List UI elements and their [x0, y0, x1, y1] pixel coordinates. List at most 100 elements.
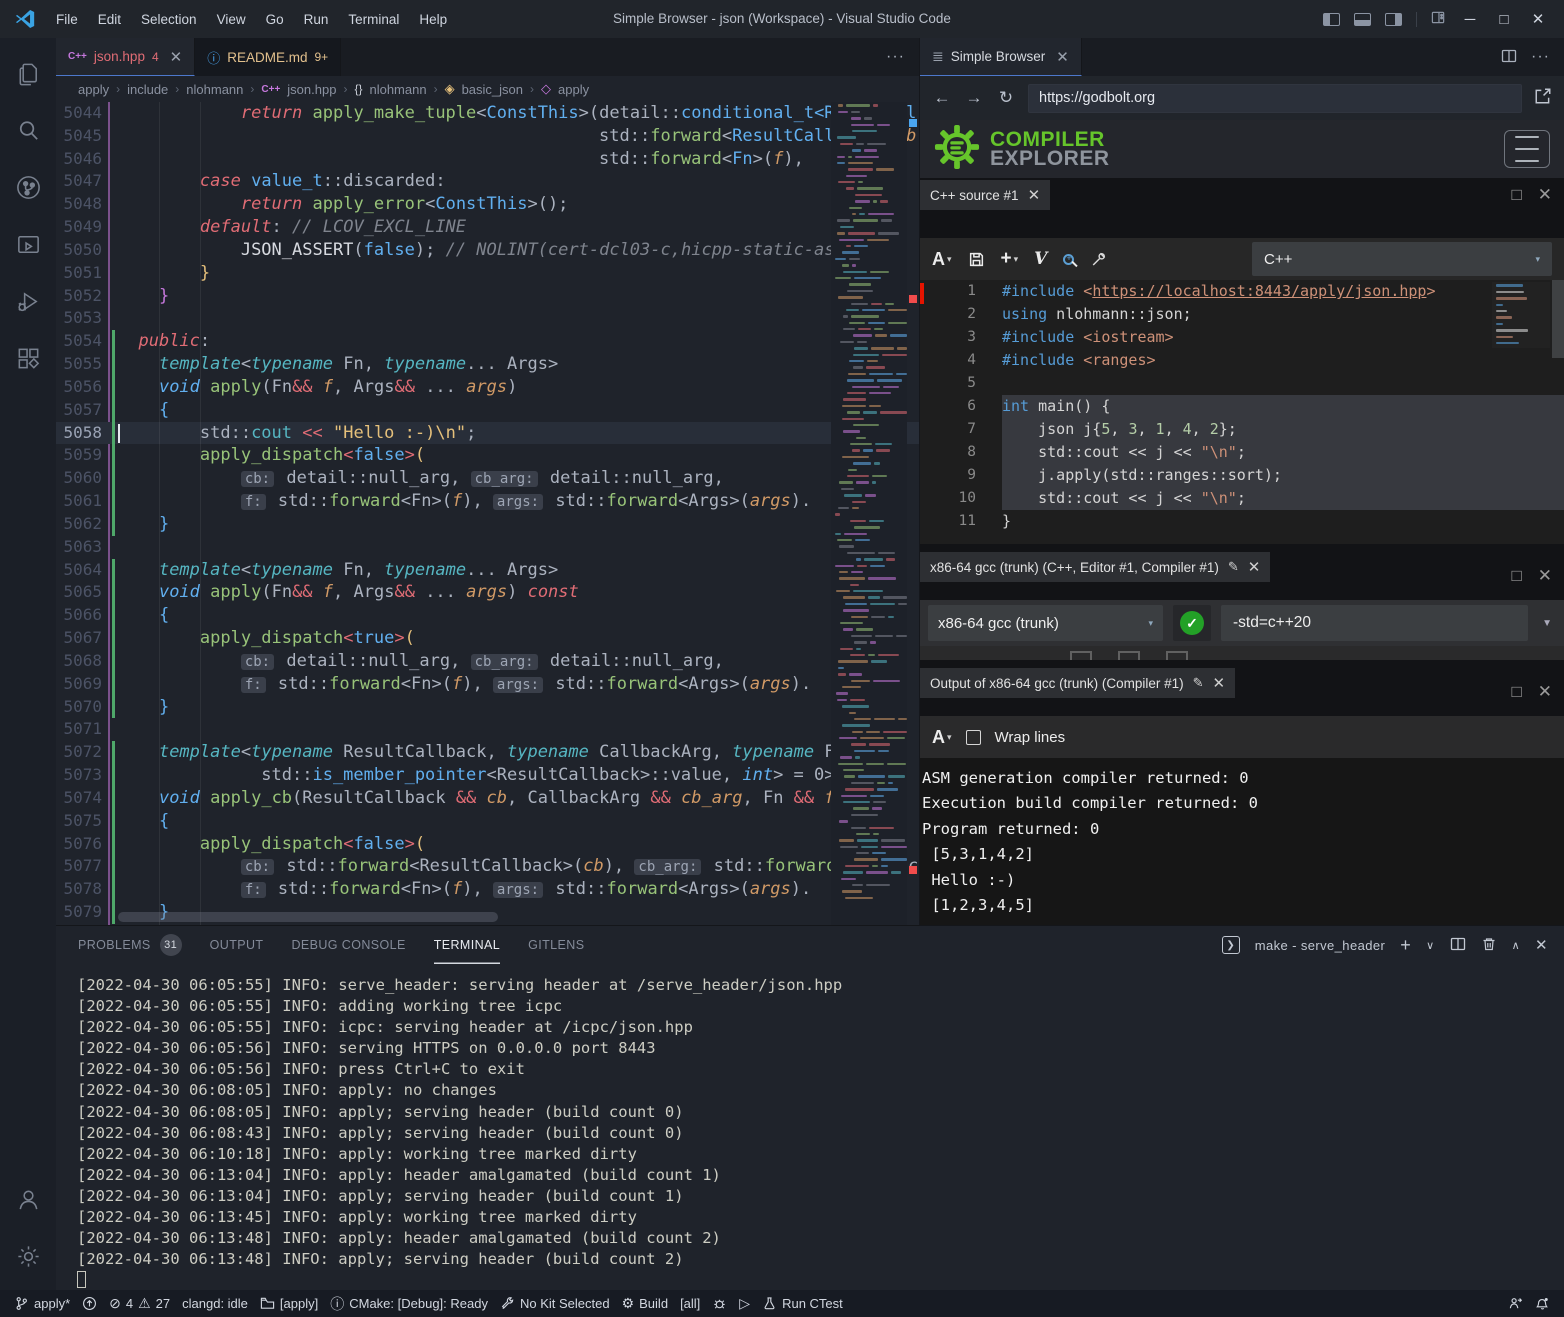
close-icon[interactable]: ✕ [1538, 566, 1552, 586]
statusbar-cmake-kit[interactable]: No Kit Selected [494, 1290, 616, 1317]
panel-tab-gitlens[interactable]: GITLENS [528, 926, 584, 964]
maximize-icon[interactable]: □ [1511, 566, 1521, 586]
font-size-icon[interactable]: A▾ [932, 727, 952, 748]
activitybar-explorer-icon[interactable] [6, 50, 50, 96]
tab-output[interactable]: Output of x86-64 gcc (trunk) (Compiler #… [920, 668, 1235, 698]
tab-simple-browser[interactable]: ≣ Simple Browser ✕ [920, 38, 1082, 76]
maximize-icon[interactable]: □ [1511, 682, 1521, 702]
font-size-icon[interactable]: A▾ [932, 249, 952, 270]
tab-compiler[interactable]: x86-64 gcc (trunk) (C++, Editor #1, Comp… [920, 552, 1270, 582]
activitybar-cmake-test-icon[interactable] [6, 221, 50, 267]
terminal-select[interactable]: make - serve_header [1255, 938, 1385, 953]
godbolt-source-editor[interactable]: 1#include <https://localhost:8443/apply/… [920, 280, 1564, 544]
custom-layout-icon[interactable] [1431, 10, 1446, 28]
close-icon[interactable]: ✕ [1056, 48, 1069, 66]
statusbar-cmake-build[interactable]: ⚙Build [616, 1290, 674, 1317]
compiler-flags-input[interactable] [1221, 605, 1528, 641]
close-icon[interactable]: ✕ [1028, 186, 1041, 204]
layout-panel-icon[interactable] [1354, 13, 1371, 26]
panel-tab-problems[interactable]: PROBLEMS31 [78, 926, 182, 964]
chevron-up-icon[interactable]: ∧ [1512, 939, 1520, 952]
statusbar-notifications[interactable] [1529, 1290, 1556, 1317]
hamburger-icon[interactable] [1504, 130, 1550, 168]
close-icon[interactable]: ✕ [1213, 674, 1226, 692]
statusbar-run-ctest[interactable]: Run CTest [756, 1290, 849, 1317]
minimize-icon[interactable]: ─ [1460, 11, 1480, 28]
forward-icon[interactable]: → [964, 88, 984, 108]
activitybar-extensions-icon[interactable] [6, 335, 50, 381]
panel-tab-output[interactable]: OUTPUT [210, 926, 264, 964]
vertical-scrollbar[interactable] [1552, 280, 1564, 358]
add-pane-icon[interactable]: +▾ [1001, 248, 1019, 270]
panel-tab-debug-console[interactable]: DEBUG CONSOLE [291, 926, 405, 964]
statusbar-cmake-debug[interactable] [706, 1290, 733, 1317]
tab-readme-md[interactable]: ⓘREADME.md9+ [195, 38, 341, 76]
statusbar-cmake-launch[interactable]: ▷ [733, 1290, 756, 1317]
zoom-icon[interactable]: + [1063, 254, 1074, 265]
statusbar-cmake-folder[interactable]: [apply] [254, 1290, 324, 1317]
language-select[interactable]: C++ ▾ [1252, 242, 1552, 276]
activitybar-source-control-icon[interactable] [6, 164, 50, 210]
breadcrumb-item[interactable]: apply [558, 82, 589, 97]
pin-icon[interactable] [1090, 251, 1107, 268]
horizontal-scrollbar[interactable] [118, 912, 498, 922]
close-icon[interactable]: ✕ [1248, 558, 1261, 576]
panel-tab-terminal[interactable]: TERMINAL [434, 926, 500, 964]
breadcrumb-item[interactable]: basic_json [462, 82, 523, 97]
pencil-icon[interactable]: ✎ [1228, 559, 1239, 575]
code-editor[interactable]: 5044 return apply_make_tuple<ConstThis>(… [56, 102, 919, 925]
menu-file[interactable]: File [46, 12, 88, 27]
reload-icon[interactable]: ↻ [996, 88, 1016, 108]
new-terminal-icon[interactable]: + [1400, 935, 1411, 956]
wrap-checkbox-icon[interactable] [966, 730, 981, 745]
close-icon[interactable]: ✕ [1538, 185, 1552, 205]
url-input[interactable] [1028, 84, 1522, 113]
pencil-icon[interactable]: ✎ [1193, 675, 1204, 691]
statusbar-publish-changes[interactable] [76, 1290, 103, 1317]
more-actions-icon[interactable]: ··· [886, 48, 905, 66]
statusbar-problems[interactable]: ⊘4⚠27 [103, 1290, 176, 1317]
chevron-down-icon[interactable]: ∨ [1426, 939, 1434, 952]
activitybar-settings-gear-icon[interactable] [6, 1233, 50, 1279]
maximize-icon[interactable]: □ [1494, 11, 1514, 28]
save-icon[interactable] [968, 251, 985, 268]
close-icon[interactable]: ✕ [170, 48, 183, 66]
menu-view[interactable]: View [207, 12, 256, 27]
menu-help[interactable]: Help [409, 12, 457, 27]
more-actions-icon[interactable]: ··· [1531, 48, 1550, 66]
external-link-icon[interactable] [1534, 87, 1552, 110]
layout-sidebar-right-icon[interactable] [1385, 13, 1402, 26]
back-icon[interactable]: ← [932, 88, 952, 108]
breadcrumb-item[interactable]: json.hpp [287, 82, 336, 97]
maximize-icon[interactable]: □ [1511, 185, 1521, 205]
breadcrumb-item[interactable]: apply [78, 82, 109, 97]
terminal[interactable]: [2022-04-30 06:05:55] INFO: serve_header… [56, 964, 1564, 1290]
statusbar-git-branch[interactable]: apply* [8, 1290, 76, 1317]
split-terminal-icon[interactable] [1450, 936, 1466, 955]
minimap[interactable] [831, 102, 907, 925]
menu-selection[interactable]: Selection [131, 12, 207, 27]
tab-cpp-source[interactable]: C++ source #1 ✕ [920, 180, 1050, 210]
breadcrumb-item[interactable]: include [127, 82, 168, 97]
breadcrumb-item[interactable]: nlohmann [186, 82, 243, 97]
menu-go[interactable]: Go [256, 12, 294, 27]
split-editor-icon[interactable] [1501, 48, 1517, 67]
close-icon[interactable]: ✕ [1528, 10, 1548, 28]
menu-edit[interactable]: Edit [88, 12, 131, 27]
activitybar-run-and-debug-icon[interactable] [6, 278, 50, 324]
statusbar-cmake-variant[interactable]: ⓘCMake: [Debug]: Ready [324, 1290, 494, 1317]
activitybar-accounts-icon[interactable] [6, 1176, 50, 1222]
statusbar-clangd-status[interactable]: clangd: idle [176, 1290, 254, 1317]
trash-icon[interactable] [1481, 936, 1497, 955]
statusbar-cmake-target[interactable]: [all] [674, 1290, 706, 1317]
activitybar-search-icon[interactable] [6, 107, 50, 153]
breadcrumb[interactable]: apply›include›nlohmann›C++json.hpp›{}nlo… [56, 76, 919, 102]
breadcrumb-item[interactable]: nlohmann [369, 82, 426, 97]
statusbar-feedback[interactable] [1502, 1290, 1529, 1317]
close-icon[interactable]: ✕ [1535, 936, 1548, 954]
menu-run[interactable]: Run [294, 12, 339, 27]
close-icon[interactable]: ✕ [1538, 682, 1552, 702]
compiler-select[interactable]: x86-64 gcc (trunk) ▾ [928, 605, 1163, 641]
layout-sidebar-left-icon[interactable] [1323, 13, 1340, 26]
chevron-down-icon[interactable]: ▼ [1538, 618, 1556, 629]
